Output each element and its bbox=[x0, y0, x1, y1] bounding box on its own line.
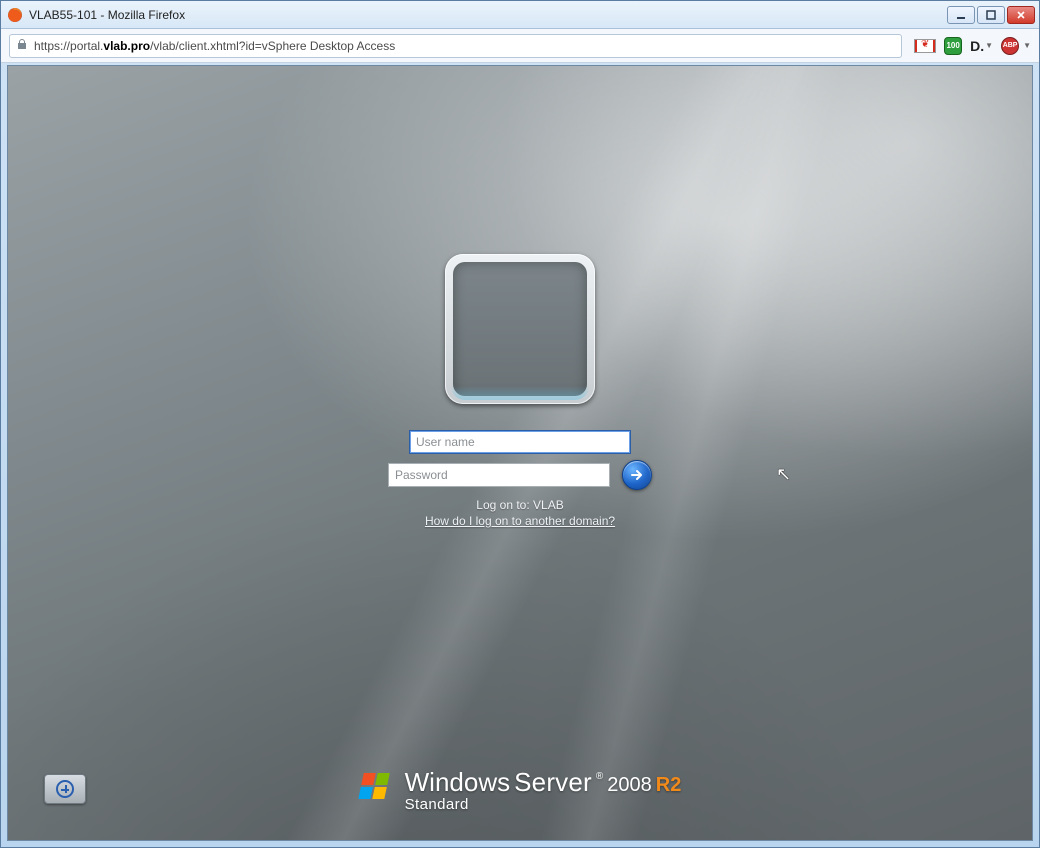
ease-of-access-button[interactable] bbox=[44, 774, 86, 804]
brand-r2: R2 bbox=[656, 775, 682, 795]
remote-viewport: Log on to: VLAB How do I log on to anoth… bbox=[7, 65, 1033, 841]
cursor-icon: ↖ bbox=[776, 464, 791, 485]
minimize-button[interactable] bbox=[947, 6, 975, 24]
minimize-icon bbox=[956, 10, 966, 20]
window-controls bbox=[947, 6, 1035, 24]
user-avatar-frame bbox=[445, 254, 595, 404]
windows-logo-icon bbox=[359, 769, 395, 805]
window-title: VLAB55-101 - Mozilla Firefox bbox=[29, 8, 947, 22]
url-host: vlab.pro bbox=[103, 39, 150, 53]
maximize-icon bbox=[986, 10, 996, 20]
logon-to-label: Log on to: VLAB bbox=[476, 498, 563, 512]
submit-button[interactable] bbox=[622, 460, 652, 490]
login-panel: Log on to: VLAB How do I log on to anoth… bbox=[370, 254, 670, 528]
toolbar-addons: 100 D. ▼ ABP ▼ bbox=[906, 37, 1031, 55]
titlebar: VLAB55-101 - Mozilla Firefox bbox=[1, 1, 1039, 29]
firefox-icon bbox=[7, 7, 23, 23]
close-icon bbox=[1016, 10, 1026, 20]
url-scheme: https:// bbox=[34, 39, 70, 53]
accessibility-icon bbox=[56, 780, 74, 798]
close-button[interactable] bbox=[1007, 6, 1035, 24]
arrow-right-icon bbox=[629, 467, 645, 483]
d-menu-button[interactable]: D. ▼ bbox=[970, 38, 993, 54]
browser-toolbar: https://portal.vlab.pro/vlab/client.xhtm… bbox=[1, 29, 1039, 63]
brand-text: Windows Server ® 2008 R2 Standard bbox=[405, 769, 682, 812]
chevron-down-icon: ▼ bbox=[1023, 41, 1031, 50]
password-input[interactable] bbox=[388, 463, 610, 487]
abp-badge-icon[interactable]: ABP bbox=[1001, 37, 1019, 55]
shield-badge-icon[interactable]: 100 bbox=[944, 37, 962, 55]
canada-flag-icon[interactable] bbox=[914, 39, 936, 53]
brand-year: 2008 bbox=[607, 775, 652, 795]
url-text: https://portal.vlab.pro/vlab/client.xhtm… bbox=[34, 39, 395, 53]
brand-edition: Standard bbox=[405, 797, 682, 812]
other-domain-link[interactable]: How do I log on to another domain? bbox=[425, 514, 615, 528]
brand-windows: Windows bbox=[405, 769, 510, 795]
logon-to-prefix: Log on to: bbox=[476, 498, 533, 512]
os-branding: Windows Server ® 2008 R2 Standard bbox=[359, 769, 682, 812]
brand-registered: ® bbox=[596, 772, 603, 782]
url-host-pre: portal. bbox=[70, 39, 103, 53]
brand-server: Server bbox=[514, 769, 592, 795]
lock-icon bbox=[16, 38, 28, 53]
address-bar[interactable]: https://portal.vlab.pro/vlab/client.xhtm… bbox=[9, 34, 902, 58]
username-input[interactable] bbox=[409, 430, 631, 454]
logon-domain: VLAB bbox=[533, 498, 564, 512]
password-row bbox=[388, 460, 652, 496]
d-menu-label: D. bbox=[970, 38, 984, 54]
url-path: /vlab/client.xhtml?id=vSphere Desktop Ac… bbox=[150, 39, 395, 53]
maximize-button[interactable] bbox=[977, 6, 1005, 24]
user-avatar-icon bbox=[453, 262, 587, 396]
login-background: Log on to: VLAB How do I log on to anoth… bbox=[8, 66, 1032, 840]
firefox-window: VLAB55-101 - Mozilla Firefox https://por… bbox=[0, 0, 1040, 848]
chevron-down-icon: ▼ bbox=[985, 41, 993, 50]
